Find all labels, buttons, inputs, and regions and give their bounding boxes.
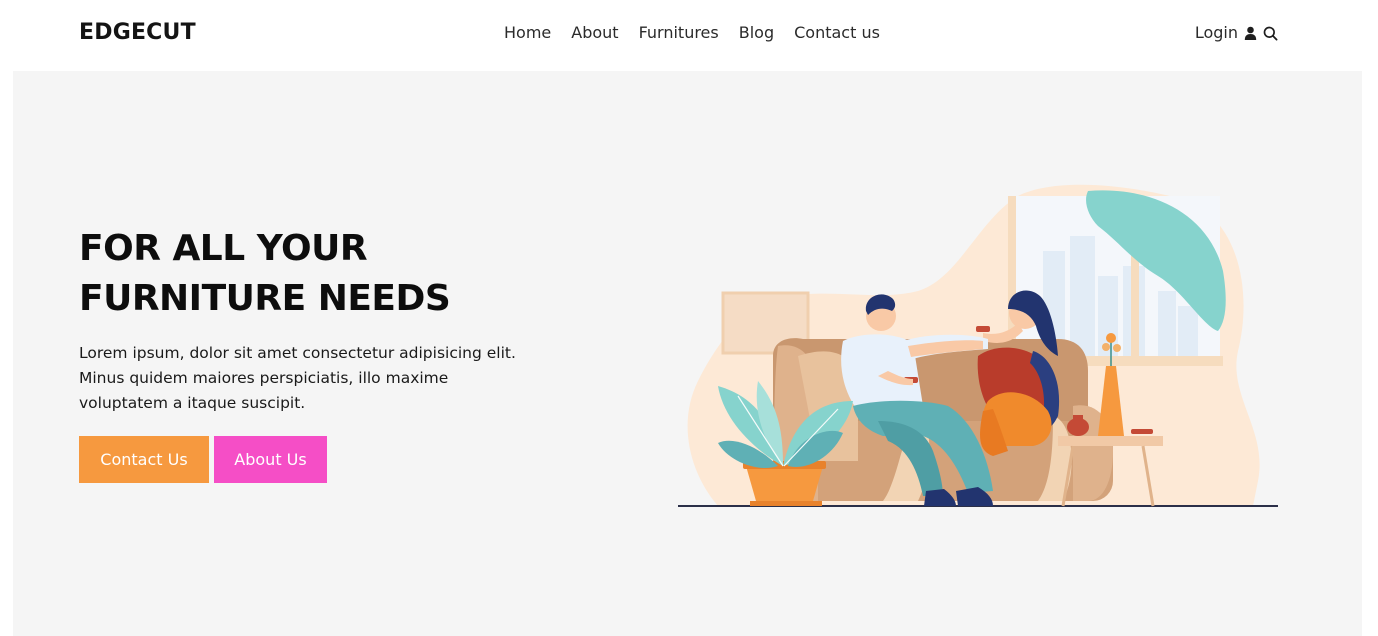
hero-description-line: Lorem ipsum, dolor sit amet consectetur …: [79, 344, 516, 362]
hero-title: FOR ALL YOUR FURNITURE NEEDS: [79, 224, 599, 324]
couple-on-sofa-illustration: [678, 184, 1278, 507]
nav-blog[interactable]: Blog: [739, 23, 774, 43]
login-link[interactable]: Login: [1195, 23, 1238, 43]
site-logo[interactable]: EDGECUT: [79, 20, 196, 45]
nav-contact-us[interactable]: Contact us: [794, 23, 880, 43]
hero-title-line: FURNITURE NEEDS: [79, 278, 451, 319]
nav-home[interactable]: Home: [504, 23, 551, 43]
hero-description-line: Minus quidem maiores perspiciatis, illo …: [79, 369, 449, 387]
site-header: EDGECUT Home About Furnitures Blog Conta…: [0, 0, 1378, 70]
main-nav: Home About Furnitures Blog Contact us: [504, 23, 880, 43]
hero-description: Lorem ipsum, dolor sit amet consectetur …: [79, 341, 549, 416]
hero-title-line: FOR ALL YOUR: [79, 228, 368, 269]
hero-section: FOR ALL YOUR FURNITURE NEEDS Lorem ipsum…: [13, 71, 1362, 636]
user-icon[interactable]: [1244, 26, 1257, 40]
login-area: Login: [1195, 23, 1278, 43]
nav-furnitures[interactable]: Furnitures: [639, 23, 719, 43]
search-icon[interactable]: [1263, 26, 1278, 41]
nav-about[interactable]: About: [571, 23, 618, 43]
about-us-button[interactable]: About Us: [214, 436, 327, 483]
hero-description-line: voluptatem a itaque suscipit.: [79, 394, 306, 412]
contact-us-button[interactable]: Contact Us: [79, 436, 209, 483]
